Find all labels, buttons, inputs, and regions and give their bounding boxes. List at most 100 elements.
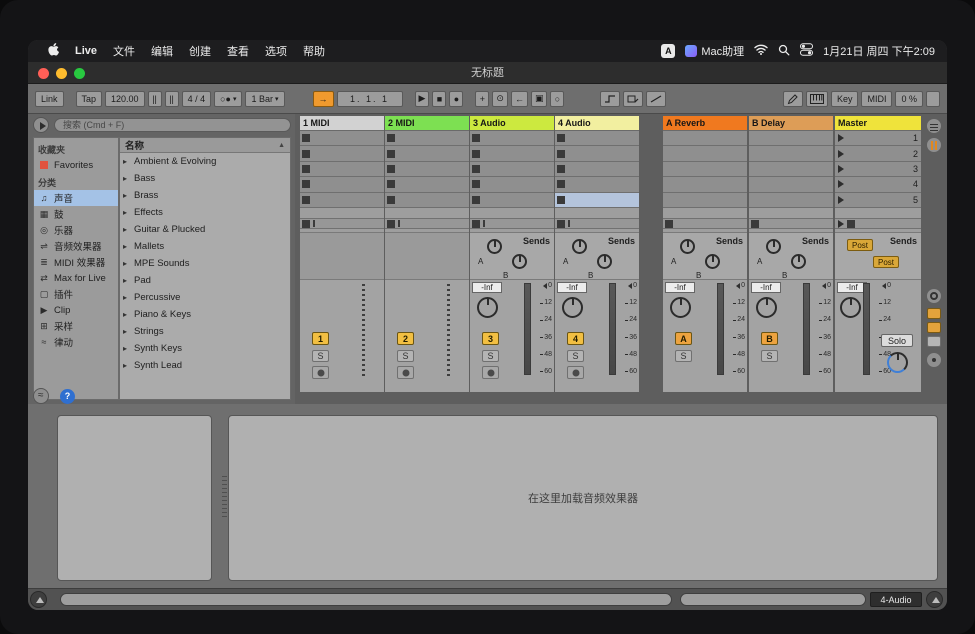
sidebar-item-audio-effects[interactable]: ⇌音频效果器 [34, 238, 118, 254]
menu-item-help[interactable]: 帮助 [295, 43, 333, 59]
scene-play-icon[interactable] [838, 150, 844, 158]
menu-item-view[interactable]: 查看 [219, 43, 257, 59]
device-drop-area[interactable]: 在这里加载音频效果器 [228, 415, 938, 581]
hot-swap-button[interactable] [33, 388, 49, 404]
send-b-pre-post-toggle[interactable]: Post [873, 256, 899, 268]
cue-volume-knob[interactable] [887, 352, 908, 373]
nudge-down-button[interactable]: || [148, 91, 162, 107]
clip-slot[interactable] [555, 162, 639, 177]
pan-knob[interactable] [670, 297, 691, 318]
sidebar-item-clips[interactable]: ▶Clip [34, 302, 118, 318]
clip-slot[interactable] [300, 131, 384, 146]
automation-ramp-mode-button[interactable] [646, 91, 666, 107]
disclosure-icon[interactable]: ▸ [123, 208, 131, 217]
scene-slot[interactable]: 3 [835, 162, 921, 177]
return-track-header[interactable]: B Delay [749, 116, 833, 131]
list-item[interactable]: ▸Percussive [120, 289, 290, 306]
scene-play-icon[interactable] [838, 180, 844, 188]
nudge-up-button[interactable]: || [165, 91, 179, 107]
disclosure-icon[interactable]: ▸ [123, 225, 131, 234]
tap-tempo-button[interactable]: Tap [76, 91, 103, 107]
track-activator-button[interactable]: A [675, 332, 692, 345]
sidebar-item-grooves[interactable]: ≈律动 [34, 334, 118, 350]
sidebar-item-sounds[interactable]: ♫声音 [34, 190, 118, 206]
returns-section-toggle[interactable] [927, 322, 941, 333]
list-item[interactable]: ▸Bass [120, 170, 290, 187]
help-button[interactable]: ? [60, 389, 75, 404]
disclosure-icon[interactable]: ▸ [123, 174, 131, 183]
clip-slot[interactable] [385, 193, 469, 208]
track-header[interactable]: 4 Audio [555, 116, 639, 131]
stop-clip-button[interactable] [749, 218, 833, 229]
disclosure-icon[interactable]: ▸ [123, 344, 131, 353]
send-a-knob[interactable] [572, 239, 587, 254]
clip-detail-panel[interactable] [57, 415, 212, 581]
draw-mode-button[interactable] [623, 91, 643, 107]
solo-cue-button[interactable]: Solo [881, 334, 913, 347]
list-item[interactable]: ▸Piano & Keys [120, 306, 290, 323]
sends-section-toggle[interactable] [927, 308, 941, 319]
scene-slot[interactable]: 5 [835, 193, 921, 208]
back-to-arrangement-button[interactable]: ← [511, 91, 528, 107]
disclosure-icon[interactable]: ▸ [123, 242, 131, 251]
pan-knob[interactable] [756, 297, 777, 318]
loop-button[interactable]: ○ [550, 91, 564, 107]
scene-slot[interactable]: 4 [835, 177, 921, 192]
clip-slot[interactable] [300, 162, 384, 177]
preview-play-button[interactable] [33, 117, 49, 133]
menu-item-live[interactable]: Live [67, 45, 105, 57]
arm-button[interactable] [482, 366, 499, 379]
track-header[interactable]: 1 MIDI [300, 116, 384, 131]
list-item[interactable]: ▸Pad [120, 272, 290, 289]
stop-clip-button[interactable] [470, 218, 554, 229]
session-record-button[interactable]: ⊙ [492, 91, 508, 107]
disclosure-icon[interactable]: ▸ [123, 276, 131, 285]
stop-clip-button[interactable] [555, 218, 639, 229]
list-item[interactable]: ▸Effects [120, 204, 290, 221]
clip-slot[interactable] [555, 146, 639, 161]
track-activator-button[interactable]: 2 [397, 332, 414, 345]
send-b-knob[interactable] [512, 254, 527, 269]
pan-knob[interactable] [840, 297, 861, 318]
volume-display[interactable]: -Inf [751, 282, 781, 293]
track-activator-button[interactable]: 1 [312, 332, 329, 345]
scene-play-icon[interactable] [838, 165, 844, 173]
metronome-button[interactable]: ○●▾ [214, 91, 242, 107]
search-input[interactable] [54, 118, 291, 132]
track-header[interactable]: 2 MIDI [385, 116, 469, 131]
computer-midi-keyboard-button[interactable] [806, 91, 828, 107]
menubar-clock[interactable]: 1月21日 周四 下午2:09 [823, 43, 935, 59]
volume-display[interactable]: -Inf [665, 282, 695, 293]
sidebar-item-instruments[interactable]: ◎乐器 [34, 222, 118, 238]
clip-slot[interactable] [470, 193, 554, 208]
disclosure-icon[interactable]: ▸ [123, 191, 131, 200]
play-button[interactable]: ▶ [415, 91, 430, 107]
scene-slot[interactable]: 1 [835, 131, 921, 146]
list-header-name[interactable]: 名称▲ [120, 138, 290, 153]
track-activator-button[interactable]: 3 [482, 332, 499, 345]
volume-display[interactable]: -Inf [557, 282, 587, 293]
send-b-knob[interactable] [597, 254, 612, 269]
stop-button[interactable]: ■ [432, 91, 446, 107]
send-a-knob[interactable] [766, 239, 781, 254]
disclosure-icon[interactable]: ▸ [123, 293, 131, 302]
disclosure-icon[interactable]: ▸ [123, 157, 131, 166]
solo-button[interactable]: S [482, 350, 499, 362]
list-item[interactable]: ▸Brass [120, 187, 290, 204]
send-b-knob[interactable] [705, 254, 720, 269]
clip-slot[interactable] [300, 193, 384, 208]
track-activator-button[interactable]: B [761, 332, 778, 345]
apple-menu[interactable] [40, 43, 67, 59]
automation-step-mode-button[interactable] [600, 91, 620, 107]
menu-item-file[interactable]: 文件 [105, 43, 143, 59]
clip-slot[interactable] [300, 146, 384, 161]
send-a-knob[interactable] [487, 239, 502, 254]
tempo-field[interactable]: 120.00 [105, 91, 145, 107]
menu-item-edit[interactable]: 编辑 [143, 43, 181, 59]
list-item[interactable]: ▸Ambient & Evolving [120, 153, 290, 170]
track-activator-button[interactable]: 4 [567, 332, 584, 345]
device-view-handle[interactable] [222, 476, 227, 518]
disclosure-icon[interactable]: ▸ [123, 327, 131, 336]
midi-map-button[interactable]: MIDI [861, 91, 892, 107]
stop-all-clips-button[interactable] [835, 218, 921, 229]
